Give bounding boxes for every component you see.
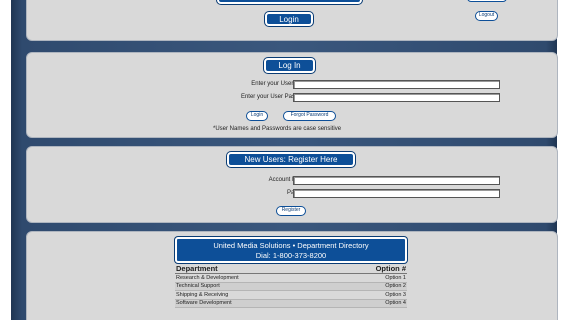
- directory-title: United Media Solutions • Department Dire…: [213, 241, 369, 250]
- department-cell: Shipping & Receiving: [175, 290, 330, 300]
- register-password-input[interactable]: [293, 189, 500, 198]
- option-cell: Option 1: [329, 273, 407, 283]
- option-cell: Option 3: [329, 290, 407, 300]
- logo: SOLUTIONS: [83, 0, 168, 2]
- directory-header: United Media Solutions • Department Dire…: [175, 237, 407, 263]
- logout-button[interactable]: Logout: [475, 11, 498, 21]
- top-banner: [217, 0, 362, 4]
- login-button[interactable]: Login: [246, 111, 268, 121]
- table-row: Research & Development Option 1: [175, 273, 407, 283]
- table-row: Technical Support Option 2: [175, 282, 407, 291]
- register-header: New Users: Register Here: [227, 152, 355, 167]
- register-panel: New Users: Register Here Account Number:…: [26, 146, 558, 223]
- forgot-password-button[interactable]: Forgot Password: [283, 111, 336, 121]
- top-login-button[interactable]: Login: [265, 12, 313, 26]
- login-panel: Log In Enter your User Name*: Enter your…: [26, 52, 558, 138]
- table-row: Shipping & Receiving Option 3: [175, 290, 407, 300]
- top-account-button[interactable]: [467, 0, 507, 2]
- login-header: Log In: [264, 58, 315, 73]
- username-input[interactable]: [293, 80, 500, 89]
- password-input[interactable]: [293, 93, 500, 102]
- table-row: Software Development Option 4: [175, 299, 407, 308]
- case-sensitive-note: *User Names and Passwords are case sensi…: [213, 126, 342, 132]
- department-cell: Software Development: [175, 299, 330, 308]
- directory-phone: Dial: 1-800-373-8200: [255, 251, 327, 260]
- column-header-department: Department: [175, 264, 330, 274]
- option-cell: Option 2: [329, 282, 407, 291]
- register-button[interactable]: Register: [276, 206, 306, 216]
- department-cell: Technical Support: [175, 282, 330, 291]
- directory-table: Department Option # Research & Developme…: [175, 264, 407, 308]
- column-header-option: Option #: [329, 264, 407, 274]
- top-panel: SOLUTIONS Login Logout: [26, 0, 558, 41]
- department-cell: Research & Development: [175, 273, 330, 283]
- option-cell: Option 4: [329, 299, 407, 308]
- account-number-input[interactable]: [293, 176, 500, 185]
